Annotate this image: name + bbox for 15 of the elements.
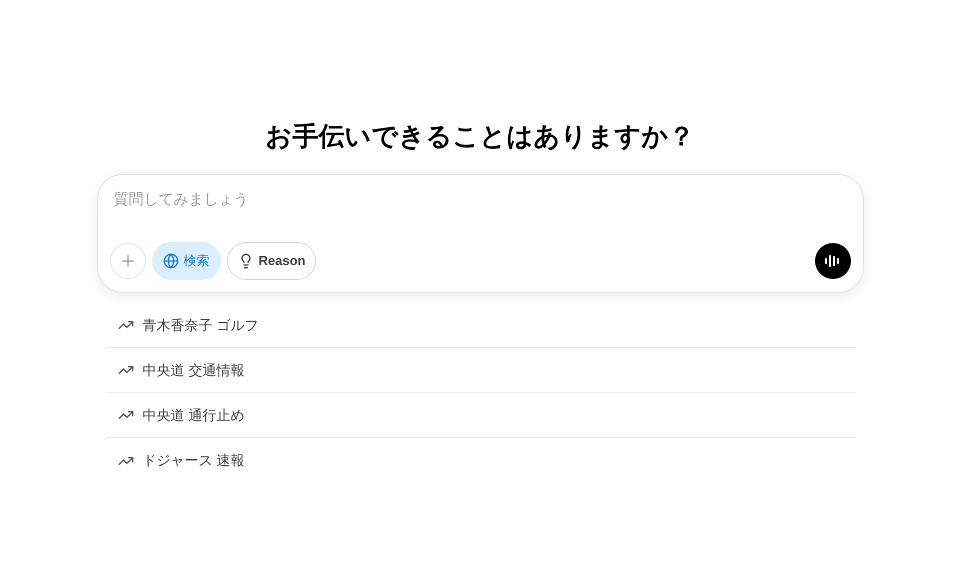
suggestion-text: 中央道 通行止め (142, 406, 244, 424)
suggestion-item[interactable]: 中央道 交通情報 (106, 348, 854, 393)
suggestion-text: ドジャース 速報 (142, 451, 244, 470)
globe-icon (162, 253, 178, 269)
page-heading: お手伝いできることはありますか？ (266, 120, 694, 153)
tool-toggle[interactable]: Reason (226, 242, 316, 280)
suggestion-text: 青木香奈子 ゴルフ (142, 316, 258, 334)
waveform-icon (824, 254, 842, 268)
suggestion-item[interactable]: ドジャース 速報 (106, 438, 854, 483)
tool-toggle[interactable]: 検索 (152, 242, 220, 280)
question-field[interactable]: 質問してみましょう (110, 187, 850, 211)
suggestion-item[interactable]: 中央道 通行止め (106, 393, 854, 438)
suggestion-text: 中央道 交通情報 (142, 360, 244, 380)
suggestion-item[interactable]: 青木香奈子 ゴルフ (106, 303, 854, 348)
voice-button[interactable] (814, 243, 850, 279)
